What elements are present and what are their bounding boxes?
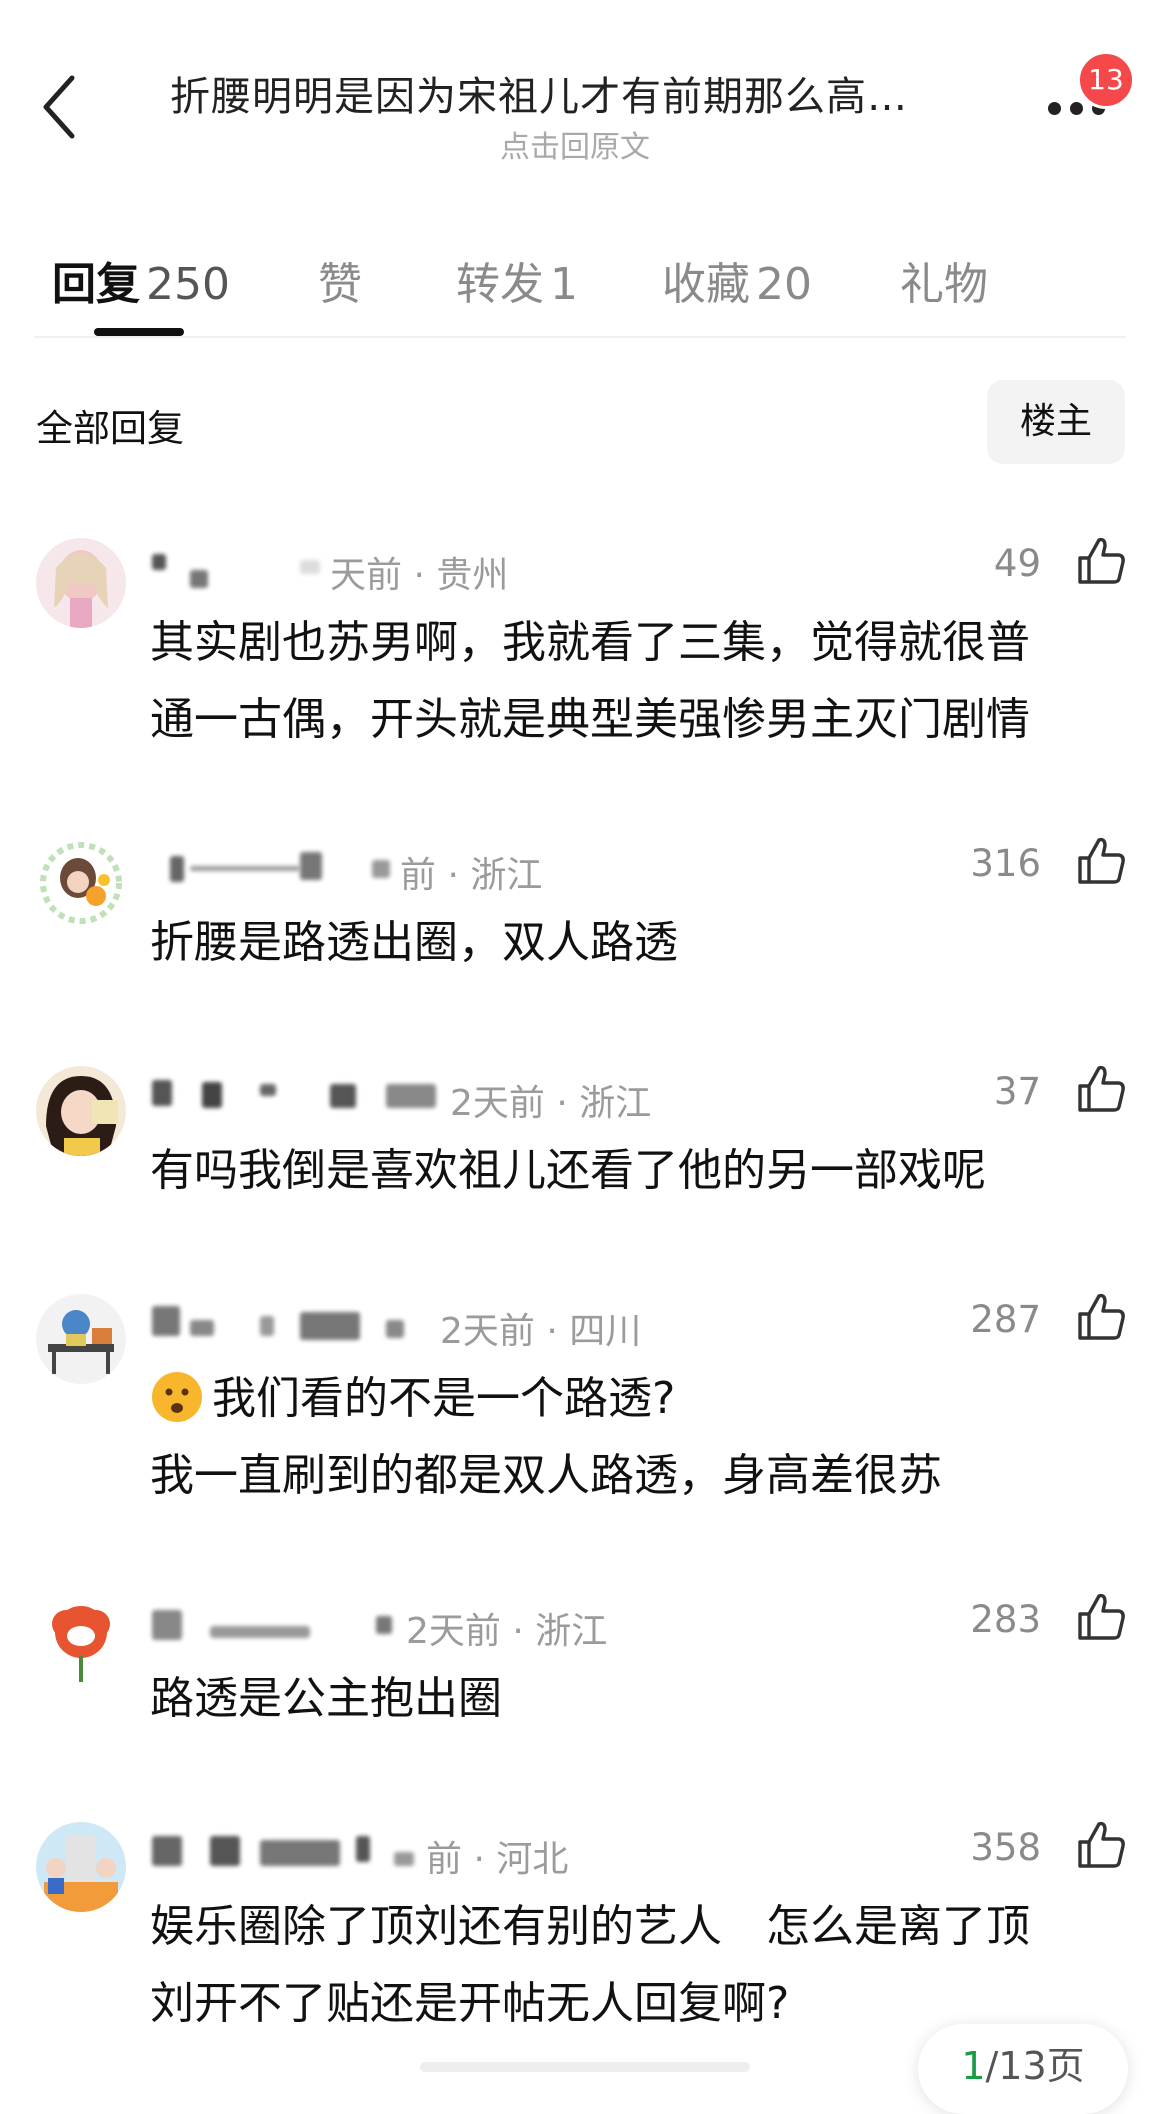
tab-reposts[interactable]: 转发 1 xyxy=(456,248,578,312)
avatar[interactable] xyxy=(36,1066,126,1156)
notification-badge: 13 xyxy=(1077,51,1135,109)
comment-text: 折腰是路透出圈，双人路透 xyxy=(150,904,1140,981)
tab-replies[interactable]: 回复 250 xyxy=(52,248,230,312)
comment-meta: 前 · 河北 xyxy=(150,1830,850,1880)
time-location: 2天前 · 四川 xyxy=(440,1311,642,1352)
comment-text: 我们看的不是一个路透? 我一直刷到的都是双人路透，身高差很苏 xyxy=(150,1360,1140,1514)
tab-count: 20 xyxy=(756,259,812,310)
thumbs-up-icon[interactable] xyxy=(1074,1818,1128,1872)
comment-text: 娱乐圈除了顶刘还有别的艺人 怎么是离了顶 刘开不了贴还是开帖无人回复啊? xyxy=(150,1888,1140,2042)
comment-meta: 2天前 · 四川 xyxy=(150,1302,850,1352)
divider xyxy=(34,336,1126,338)
total-pages: /13页 xyxy=(985,2044,1085,2088)
comment-meta: 天前 · 贵州 xyxy=(150,546,850,596)
thumbs-up-icon[interactable] xyxy=(1074,534,1128,588)
like-count: 287 xyxy=(970,1298,1041,1341)
reply-input-placeholder-bar[interactable] xyxy=(420,2062,750,2072)
avatar[interactable] xyxy=(36,538,126,628)
like-count: 283 xyxy=(970,1598,1041,1641)
thumbs-up-icon[interactable] xyxy=(1074,1590,1128,1644)
time-location: 天前 · 贵州 xyxy=(330,555,509,596)
like-count: 37 xyxy=(993,1070,1041,1113)
section-title: 全部回复 xyxy=(36,407,184,450)
like-count: 316 xyxy=(970,842,1041,885)
comment-line-text: 我们看的不是一个路透? xyxy=(212,1373,676,1424)
tab-label: 赞 xyxy=(318,259,362,310)
tab-count: 250 xyxy=(146,259,230,310)
time-location: 前 · 浙江 xyxy=(400,855,543,896)
time-location: 前 · 河北 xyxy=(426,1839,569,1880)
like-count: 358 xyxy=(970,1826,1041,1869)
comment-line: 我一直刷到的都是双人路透，身高差很苏 xyxy=(150,1450,942,1501)
comment-text: 有吗我倒是喜欢祖儿还看了他的另一部戏呢 xyxy=(150,1132,1140,1209)
avatar[interactable] xyxy=(36,1594,126,1684)
comment-line: 有吗我倒是喜欢祖儿还看了他的另一部戏呢 xyxy=(150,1145,986,1196)
avatar[interactable] xyxy=(36,1822,126,1912)
time-location: 2天前 · 浙江 xyxy=(406,1611,608,1652)
tab-label: 转发 xyxy=(456,259,544,310)
pagination-button[interactable]: 1/13页 xyxy=(918,2024,1128,2114)
comment-line: 通一古偶，开头就是典型美强惨男主灭门剧情 xyxy=(150,694,1030,745)
like-count: 49 xyxy=(993,542,1041,585)
tab-likes[interactable]: 赞 xyxy=(318,248,362,312)
tab-favorites[interactable]: 收藏 20 xyxy=(662,248,812,312)
post-title[interactable]: 折腰明明是因为宋祖儿才有前期那么高… xyxy=(170,64,1010,122)
comment-text: 其实剧也苏男啊，我就看了三集，觉得就很普 通一古偶，开头就是典型美强惨男主灭门剧… xyxy=(150,604,1140,758)
surprised-face-emoji-icon xyxy=(152,1372,202,1422)
current-page: 1 xyxy=(961,2044,986,2088)
tab-label: 礼物 xyxy=(900,259,988,310)
comment-line: 娱乐圈除了顶刘还有别的艺人 怎么是离了顶 xyxy=(150,1901,1030,1952)
comment-line: 折腰是路透出圈，双人路透 xyxy=(150,917,678,968)
comment-meta: 前 · 浙江 xyxy=(150,846,850,896)
comment-text: 路透是公主抱出圈 xyxy=(150,1660,1140,1737)
tab-gifts[interactable]: 礼物 xyxy=(900,248,988,312)
thumbs-up-icon[interactable] xyxy=(1074,1290,1128,1344)
tab-count: 1 xyxy=(550,259,578,310)
comment-line: 我们看的不是一个路透? xyxy=(150,1360,1140,1437)
thumbs-up-icon[interactable] xyxy=(1074,1062,1128,1116)
time-location: 2天前 · 浙江 xyxy=(450,1083,652,1124)
comment-meta: 2天前 · 浙江 xyxy=(150,1074,850,1124)
comment-meta: 2天前 · 浙江 xyxy=(150,1602,850,1652)
avatar[interactable] xyxy=(36,1294,126,1384)
active-tab-indicator xyxy=(94,328,184,336)
filter-owner-button[interactable]: 楼主 xyxy=(987,380,1125,464)
tab-label: 回复 xyxy=(52,259,140,310)
back-arrow-icon[interactable] xyxy=(38,74,82,140)
tab-label: 收藏 xyxy=(662,259,750,310)
avatar[interactable] xyxy=(36,838,126,928)
back-to-original-link[interactable]: 点击回原文 xyxy=(500,122,650,166)
comment-line: 路透是公主抱出圈 xyxy=(150,1673,502,1724)
comment-line: 其实剧也苏男啊，我就看了三集，觉得就很普 xyxy=(150,617,1030,668)
thumbs-up-icon[interactable] xyxy=(1074,834,1128,888)
